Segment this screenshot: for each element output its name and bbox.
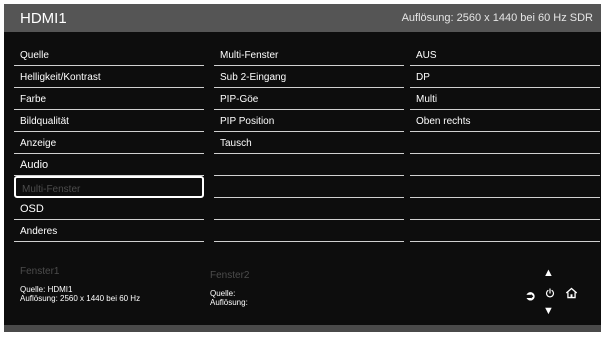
submenu-item-sub2-eingang[interactable]: Sub 2-Eingang: [214, 66, 404, 88]
submenu-item-pip-groesse[interactable]: PIP-Göe: [214, 88, 404, 110]
value-empty: [410, 154, 600, 176]
submenu-item-empty: [214, 154, 404, 176]
menu-column-main: Quelle Helligkeit/Kontrast Farbe Bildqua…: [14, 44, 204, 242]
submenu-item-empty: [214, 220, 404, 242]
submenu-item-empty: [214, 176, 404, 198]
fenster1-info: Fenster1 Quelle: HDMI1 Auflösung: 2560 x…: [20, 266, 140, 303]
value-empty: [410, 132, 600, 154]
input-source-icon[interactable]: ➲: [525, 288, 536, 304]
fenster1-resolution: Auflösung: 2560 x 1440 bei 60 Hz: [20, 294, 141, 303]
submenu-item-empty: [214, 198, 404, 220]
menu-item-quelle[interactable]: Quelle: [14, 44, 204, 66]
value-pip-position[interactable]: Oben rechts: [410, 110, 600, 132]
power-icon[interactable]: [545, 288, 555, 298]
menu-column-values: AUS DP Multi Oben rechts: [410, 44, 600, 242]
submenu-item-tausch[interactable]: Tausch: [214, 132, 404, 154]
submenu-item-multi-fenster[interactable]: Multi-Fenster: [214, 44, 404, 66]
arrow-up-icon[interactable]: ▲: [543, 267, 554, 279]
value-empty: [410, 176, 600, 198]
menu-column-sub: Multi-Fenster Sub 2-Eingang PIP-Göe PIP …: [214, 44, 404, 242]
osd-footer-bar: [4, 325, 601, 332]
home-icon[interactable]: [565, 287, 578, 299]
menu-item-helligkeit-kontrast[interactable]: Helligkeit/Kontrast: [14, 66, 204, 88]
menu-item-osd[interactable]: OSD: [14, 198, 204, 220]
resolution-info: Auflösung: 2560 x 1440 bei 60 Hz SDR: [401, 12, 593, 24]
value-empty: [410, 220, 600, 242]
fenster1-title: Fenster1: [20, 266, 60, 277]
menu-item-multi-fenster-selected[interactable]: Multi-Fenster: [14, 176, 204, 198]
fenster1-source: Quelle: HDMI1: [20, 285, 73, 294]
fenster2-resolution: Auflösung:: [210, 298, 248, 307]
osd-header: HDMI1 Auflösung: 2560 x 1440 bei 60 Hz S…: [4, 4, 601, 32]
fenster2-source: Quelle:: [210, 289, 236, 298]
value-empty: [410, 198, 600, 220]
fenster2-title: Fenster2: [210, 270, 250, 281]
input-name: HDMI1: [20, 10, 67, 27]
menu-item-bildqualitaet[interactable]: Bildqualität: [14, 110, 204, 132]
osd-menu: HDMI1 Auflösung: 2560 x 1440 bei 60 Hz S…: [4, 4, 601, 332]
menu-item-audio[interactable]: Audio: [14, 154, 204, 176]
arrow-down-icon[interactable]: ▼: [543, 305, 554, 317]
value-pip-groesse[interactable]: Multi: [410, 88, 600, 110]
menu-item-anderes[interactable]: Anderes: [14, 220, 204, 242]
menu-item-anzeige[interactable]: Anzeige: [14, 132, 204, 154]
value-sub2-eingang[interactable]: DP: [410, 66, 600, 88]
menu-item-farbe[interactable]: Farbe: [14, 88, 204, 110]
submenu-item-pip-position[interactable]: PIP Position: [214, 110, 404, 132]
fenster2-info: Fenster2 Quelle: Auflösung:: [210, 270, 249, 307]
value-multi-fenster[interactable]: AUS: [410, 44, 600, 66]
